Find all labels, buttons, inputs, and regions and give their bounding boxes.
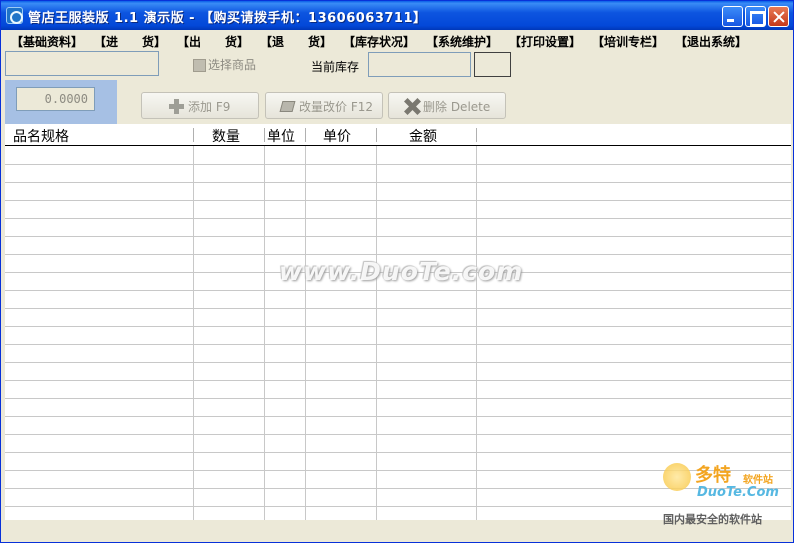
table-row[interactable]	[5, 200, 791, 201]
menu-maintenance[interactable]: 【系统维护】	[426, 33, 498, 50]
grid-column-line	[376, 146, 377, 520]
column-divider[interactable]	[376, 128, 377, 142]
column-divider[interactable]	[305, 128, 306, 142]
menu-basic-data[interactable]: 【基础资料】	[11, 33, 83, 50]
table-row[interactable]	[5, 326, 791, 327]
column-header-amount[interactable]: 金额	[409, 126, 437, 146]
column-header-unit-price[interactable]: 单价	[323, 126, 351, 146]
table-row[interactable]	[5, 290, 791, 291]
mascot-icon	[663, 463, 691, 491]
column-header-quantity[interactable]: 数量	[212, 126, 240, 146]
app-icon[interactable]	[6, 7, 23, 24]
add-button-label: 添加 F9	[188, 100, 231, 114]
menu-returns[interactable]: 【退 货】	[260, 33, 332, 50]
menu-training[interactable]: 【培训专栏】	[592, 33, 664, 50]
minimize-icon	[723, 7, 742, 26]
grid-column-line	[305, 146, 306, 520]
plus-icon	[168, 98, 185, 115]
table-row[interactable]	[5, 218, 791, 219]
delete-button[interactable]: 删除 Delete	[388, 92, 506, 119]
menu-exit[interactable]: 【退出系统】	[675, 33, 747, 50]
menu-bar: 【基础资料】 【进 货】 【出 货】 【退 货】 【库存状况】 【系统维护】 【…	[1, 30, 793, 50]
window-title: 管店王服装版 1.1 演示版 - 【购买请拨手机：13606063711】	[28, 11, 427, 26]
edit-quantity-price-button[interactable]: 改量改价 F12	[265, 92, 383, 119]
logo-english: DuoTe.Com	[697, 485, 779, 500]
minimize-button[interactable]	[722, 6, 743, 27]
stock-indicator-box	[474, 52, 511, 77]
grid-column-line	[476, 146, 477, 520]
table-row[interactable]	[5, 398, 791, 399]
table-row[interactable]	[5, 434, 791, 435]
table-row[interactable]	[5, 416, 791, 417]
logo-tagline: 国内最安全的软件站	[663, 513, 762, 526]
column-header-unit[interactable]: 单位	[267, 126, 295, 146]
watermark-logo: 多特 软件站 DuoTe.Com 国内最安全的软件站	[661, 461, 793, 531]
menu-inventory[interactable]: 【库存状况】	[343, 33, 415, 50]
table-row[interactable]	[5, 308, 791, 309]
product-code-input[interactable]	[5, 51, 159, 76]
table-row[interactable]	[5, 236, 791, 237]
select-product-label: 选择商品	[208, 58, 257, 72]
amount-field: 0.0000	[16, 87, 95, 111]
column-divider[interactable]	[476, 128, 477, 142]
close-button[interactable]	[768, 6, 789, 27]
grid-header: 品名规格 数量 单位 单价 金额	[5, 124, 791, 146]
table-row[interactable]	[5, 362, 791, 363]
maximize-button[interactable]	[745, 6, 766, 27]
current-stock-field	[368, 52, 471, 77]
maximize-icon	[746, 7, 765, 26]
pencil-icon	[279, 101, 296, 112]
current-stock-label: 当前库存	[311, 60, 360, 74]
table-row[interactable]	[5, 182, 791, 183]
menu-sales[interactable]: 【出 货】	[177, 33, 249, 50]
menu-print-settings[interactable]: 【打印设置】	[509, 33, 581, 50]
app-window: 管店王服装版 1.1 演示版 - 【购买请拨手机：13606063711】 【基…	[0, 0, 794, 543]
close-icon	[769, 7, 788, 26]
column-divider[interactable]	[193, 128, 194, 142]
watermark-text: www.DuoTe.com	[279, 257, 524, 286]
grid-column-line	[193, 146, 194, 520]
table-row[interactable]	[5, 380, 791, 381]
title-bar[interactable]: 管店王服装版 1.1 演示版 - 【购买请拨手机：13606063711】	[1, 1, 793, 30]
column-header-name[interactable]: 品名规格	[13, 126, 69, 146]
table-row[interactable]	[5, 164, 791, 165]
x-icon	[403, 98, 420, 115]
grid-column-line	[264, 146, 265, 520]
column-divider[interactable]	[264, 128, 265, 142]
add-button[interactable]: 添加 F9	[141, 92, 259, 119]
logo-chinese: 多特	[695, 465, 731, 486]
table-row[interactable]	[5, 344, 791, 345]
menu-purchase[interactable]: 【进 货】	[94, 33, 166, 50]
edit-button-label: 改量改价 F12	[299, 100, 373, 114]
table-row[interactable]	[5, 452, 791, 453]
select-product-checkbox[interactable]	[193, 59, 206, 72]
table-row[interactable]	[5, 254, 791, 255]
logo-chinese-sub: 软件站	[743, 475, 773, 486]
delete-button-label: 删除 Delete	[423, 100, 491, 114]
